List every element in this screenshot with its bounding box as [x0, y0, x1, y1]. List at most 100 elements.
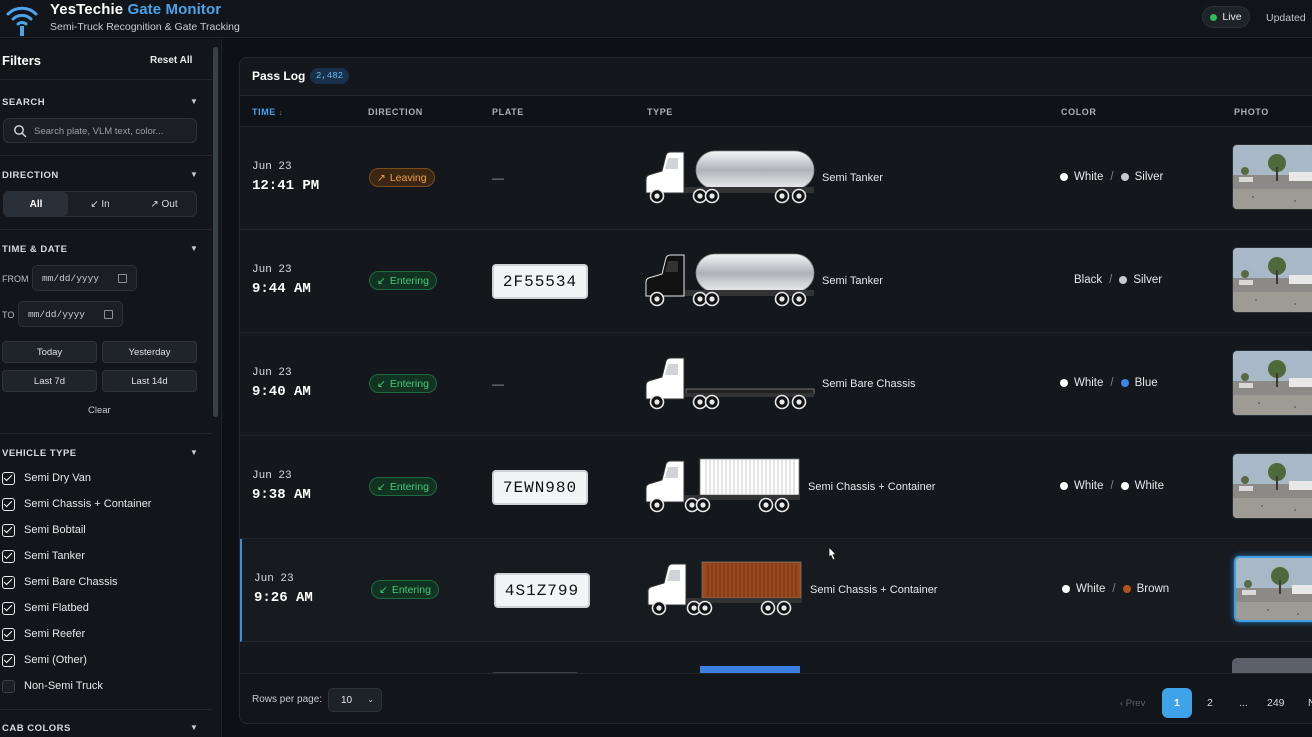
table-row[interactable]: Jun 23 9:40 AM ↙ Entering — Semi Bare Chassis… [240, 333, 1312, 436]
calendar-icon[interactable] [104, 310, 113, 319]
page-249-button[interactable]: 249 [1267, 688, 1285, 718]
cab-color-text: White [1076, 583, 1106, 595]
vehicle-type-label: Semi Bare Chassis [24, 576, 118, 588]
sidebar-scrollbar[interactable] [213, 47, 218, 417]
yesterday-button[interactable]: Yesterday [102, 341, 197, 363]
next-page-button[interactable]: N [1308, 688, 1312, 718]
table-row[interactable]: Jun 23 12:41 PM ↗ Leaving — Semi Tanker White /… [240, 127, 1312, 230]
last-7d-button[interactable]: Last 7d [2, 370, 97, 392]
page-2-button[interactable]: 2 [1207, 688, 1213, 718]
color-separator: / [1112, 583, 1116, 595]
cab-color-dot [1062, 585, 1070, 593]
color-pair: White / Brown [1062, 583, 1169, 595]
direction-badge: ↙ Entering [371, 580, 439, 599]
cab-color-dot [1060, 482, 1068, 490]
row-date: Jun 23 [252, 161, 292, 173]
chevron-down-icon[interactable]: ▼ [190, 448, 198, 457]
row-time: 12:41 PM [252, 178, 320, 194]
direction-badge: ↗ Leaving [369, 168, 435, 187]
filters-sidebar: Filters Reset All SEARCH ▼ DIRECTION ▼ A… [0, 39, 222, 737]
prev-page-button[interactable]: ‹ Prev [1120, 688, 1145, 718]
vehicle-type-label: Semi Flatbed [24, 602, 89, 614]
vehicle-type-label: Semi (Other) [24, 654, 87, 666]
body-color-dot [1120, 173, 1129, 181]
time-date-heading[interactable]: TIME & DATE [2, 244, 68, 255]
direction-arrow-icon: ↙ [377, 274, 386, 287]
table-row[interactable]: Jun 23 9:44 AM ↙ Entering 2F55534 Semi Tanker… [240, 230, 1312, 333]
direction-option-out[interactable]: ↗ Out [132, 192, 196, 216]
vehicle-type-option[interactable]: Semi Reefer [2, 626, 85, 642]
color-separator: / [1110, 480, 1114, 492]
brand-title: YesTechie Gate Monitor [50, 1, 222, 18]
checkbox[interactable] [2, 523, 15, 537]
search-input[interactable] [34, 123, 192, 139]
truck-photo-thumbnail[interactable] [1232, 144, 1312, 210]
license-plate[interactable]: 7EWN980 [492, 470, 588, 505]
checkbox[interactable] [2, 679, 15, 693]
direction-heading[interactable]: DIRECTION [2, 170, 59, 181]
color-separator: / [1110, 377, 1114, 389]
to-date-input[interactable]: mm/dd/yyyy [18, 301, 123, 327]
vehicle-type-option[interactable]: Non-Semi Truck [2, 678, 103, 694]
col-plate-header[interactable]: PLATE [492, 107, 524, 117]
vehicle-type-option[interactable]: Semi Bare Chassis [2, 574, 118, 590]
checkbox[interactable] [2, 601, 15, 615]
direction-option-in[interactable]: ↙ In [68, 192, 132, 216]
live-status-badge: Live [1202, 6, 1250, 28]
checkbox[interactable] [2, 627, 15, 641]
vehicle-type-label: Semi Chassis + Container [24, 498, 152, 510]
calendar-icon[interactable] [118, 274, 127, 283]
chevron-down-icon[interactable]: ▼ [190, 97, 198, 106]
truck-photo-thumbnail[interactable] [1232, 350, 1312, 416]
row-date: Jun 23 [252, 264, 292, 276]
today-button[interactable]: Today [2, 341, 97, 363]
to-label: TO [2, 310, 15, 320]
license-plate[interactable]: 2F55534 [492, 264, 588, 299]
direction-option-all[interactable]: All [4, 192, 68, 216]
vehicle-type-option[interactable]: Semi (Other) [2, 652, 87, 668]
table-row[interactable]: Jun 23 9:26 AM ↙ Entering 4S1Z799 Semi Chassi… [240, 539, 1312, 642]
truck-photo-thumbnail[interactable] [1234, 556, 1312, 622]
chevron-down-icon[interactable]: ▼ [190, 170, 198, 179]
col-photo-header[interactable]: PHOTO [1234, 107, 1269, 117]
col-direction-header[interactable]: DIRECTION [368, 107, 423, 117]
chevron-down-icon[interactable]: ▼ [190, 244, 198, 253]
col-color-header[interactable]: COLOR [1061, 107, 1097, 117]
table-row[interactable]: Jun 23 9:38 AM ↙ Entering 7EWN980 Semi Chassi… [240, 436, 1312, 539]
checkbox[interactable] [2, 471, 15, 485]
rows-per-page-select[interactable]: 10 ⌄ [328, 688, 382, 712]
vehicle-type-option[interactable]: Semi Dry Van [2, 470, 91, 486]
vehicle-type-option[interactable]: Semi Tanker [2, 548, 85, 564]
vehicle-type-option[interactable]: Semi Flatbed [2, 600, 89, 616]
col-type-header[interactable]: TYPE [647, 107, 673, 117]
checkbox[interactable] [2, 497, 15, 511]
row-date: Jun 23 [252, 367, 292, 379]
body-color-dot [1120, 379, 1129, 387]
last-14d-button[interactable]: Last 14d [102, 370, 197, 392]
row-time: 9:26 AM [254, 590, 313, 606]
search-heading[interactable]: SEARCH [2, 97, 45, 108]
table-header: TIME ↓ DIRECTION PLATE TYPE COLOR PHOTO [240, 95, 1312, 127]
live-dot-icon [1210, 13, 1218, 21]
page-1-button[interactable]: 1 [1162, 688, 1192, 718]
reset-all-button[interactable]: Reset All [150, 55, 192, 66]
divider [0, 709, 212, 710]
clear-dates-button[interactable]: Clear [88, 405, 111, 416]
checkbox[interactable] [2, 549, 15, 563]
from-date-input[interactable]: mm/dd/yyyy [32, 265, 137, 291]
cab-colors-heading[interactable]: CAB COLORS [2, 723, 71, 734]
checkbox[interactable] [2, 653, 15, 667]
row-time: 9:40 AM [252, 384, 311, 400]
vehicle-type-option[interactable]: Semi Chassis + Container [2, 496, 151, 512]
chevron-down-icon[interactable]: ▼ [190, 723, 198, 732]
license-plate[interactable]: 4S1Z799 [494, 573, 590, 608]
search-field[interactable] [3, 118, 197, 143]
col-time-header[interactable]: TIME ↓ [252, 107, 283, 117]
truck-photo-thumbnail[interactable] [1232, 247, 1312, 313]
cab-color-text: White [1074, 171, 1104, 183]
truck-illustration [646, 561, 818, 617]
truck-photo-thumbnail[interactable] [1232, 453, 1312, 519]
vehicle-type-heading[interactable]: VEHICLE TYPE [2, 448, 77, 459]
vehicle-type-option[interactable]: Semi Bobtail [2, 522, 86, 538]
checkbox[interactable] [2, 575, 15, 589]
